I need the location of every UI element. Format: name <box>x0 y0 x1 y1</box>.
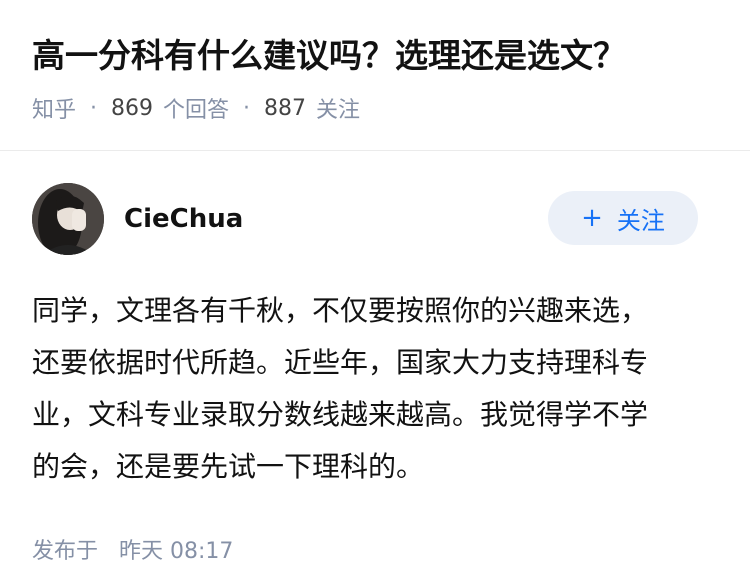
answer-content[interactable]: 同学，文理各有千秋，不仅要按照你的兴趣来选， 还要依据时代所趋。近些年，国家大力… <box>32 285 712 493</box>
publish-info: 发布于 昨天 08:17 <box>32 533 718 565</box>
plus-icon: + <box>581 203 603 233</box>
question-meta: 知乎 · 869 个回答 · 887 关注 <box>32 92 718 124</box>
source-label[interactable]: 知乎 <box>32 92 76 124</box>
answer-card: CieChua + 关注 同学，文理各有千秋，不仅要按照你的兴趣来选， 还要依据… <box>0 183 750 565</box>
content-line: 还要依据时代所趋。近些年，国家大力支持理科专 <box>32 346 649 379</box>
follower-count: 887 <box>264 95 307 121</box>
published-time: 昨天 08:17 <box>119 539 234 564</box>
user-avatar-icon <box>32 183 104 255</box>
content-line: 的会，还是要先试一下理科的。 <box>32 450 425 483</box>
divider <box>0 150 750 151</box>
content-line: 业，文科专业录取分数线越来越高。我觉得学不学 <box>32 398 649 431</box>
author-name[interactable]: CieChua <box>124 204 243 234</box>
published-label: 发布于 <box>32 539 99 564</box>
follow-button-label: 关注 <box>616 206 665 235</box>
author-row: CieChua + 关注 <box>32 183 718 255</box>
follow-button[interactable]: + 关注 <box>548 191 698 245</box>
follower-count-label[interactable]: 关注 <box>316 92 360 124</box>
avatar[interactable] <box>32 183 104 255</box>
separator-dot: · <box>243 95 251 121</box>
question-title[interactable]: 高一分科有什么建议吗？选理还是选文？ <box>32 34 718 78</box>
answer-count-label[interactable]: 个回答 <box>163 92 229 124</box>
content-line: 同学，文理各有千秋，不仅要按照你的兴趣来选， <box>32 294 649 327</box>
answer-count: 869 <box>111 95 154 121</box>
separator-dot: · <box>90 95 98 121</box>
question-header: 高一分科有什么建议吗？选理还是选文？ 知乎 · 869 个回答 · 887 关注 <box>0 0 750 123</box>
